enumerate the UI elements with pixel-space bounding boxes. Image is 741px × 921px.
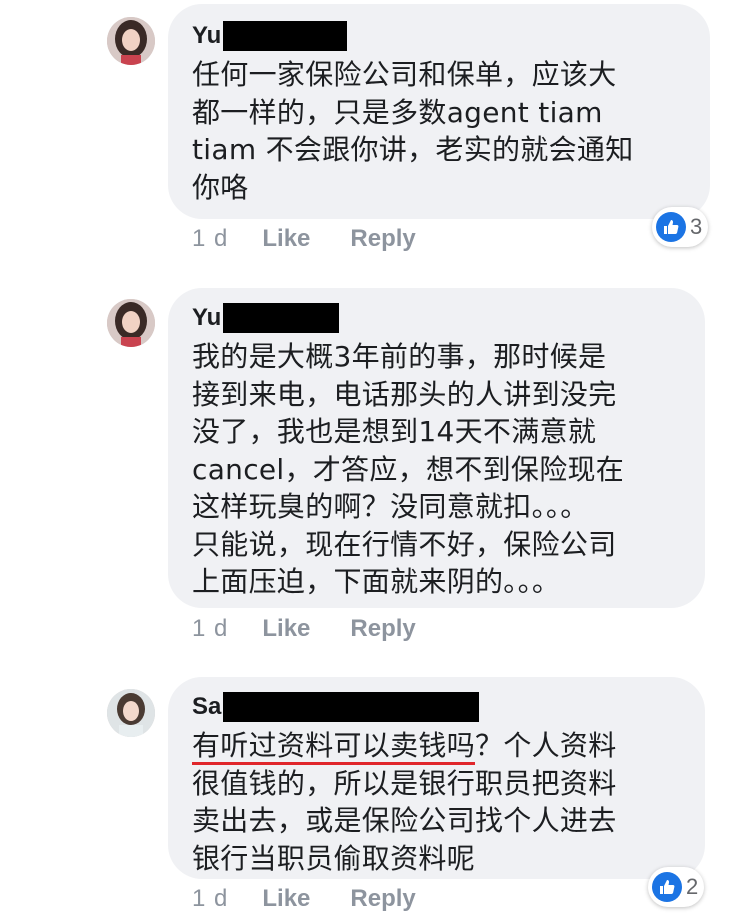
comment-line: 没了，我也是想到14天不满意就 — [192, 415, 597, 448]
reply-button[interactable]: Reply — [350, 225, 415, 253]
underlined-text: 有听过资料可以卖钱吗 — [192, 729, 476, 765]
author-row: Yu — [192, 302, 340, 334]
reply-button[interactable]: Reply — [350, 615, 415, 643]
comment-line: 任何一家保险公司和保单，应该大 — [192, 58, 617, 91]
line-rest: ？个人资料 — [475, 729, 617, 762]
comment-actions: 1 d Like Reply — [192, 223, 456, 255]
author-row: Sa — [192, 691, 480, 723]
redaction-bar — [223, 692, 480, 722]
like-thumb-icon — [656, 212, 686, 242]
author-row: Yu — [192, 20, 348, 52]
avatar[interactable] — [107, 17, 155, 65]
comment-line: 上面压迫，下面就来阴的。。。 — [192, 565, 561, 598]
comment-line: 我的是大概3年前的事，那时候是 — [192, 340, 607, 373]
reaction-badge[interactable]: 2 — [648, 867, 705, 907]
timestamp[interactable]: 1 d — [192, 615, 228, 643]
redaction-bar — [223, 21, 348, 51]
avatar-photo — [107, 689, 155, 737]
like-button[interactable]: Like — [262, 225, 310, 253]
like-button[interactable]: Like — [262, 615, 310, 643]
comment-line: cancel，才答应，想不到保险现在 — [192, 452, 625, 486]
comment-line: 卖出去，或是保险公司找个人进去 — [192, 804, 617, 837]
avatar[interactable] — [107, 299, 155, 347]
comment-actions: 1 d Like Reply — [192, 883, 456, 915]
comment-line: 银行当职员偷取资料呢 — [192, 841, 476, 875]
comment-line: 都一样的，只是多数agent tiam — [192, 95, 603, 129]
comment-actions: 1 d Like Reply — [192, 613, 456, 645]
avatar-photo — [107, 17, 155, 65]
author-name[interactable]: Yu — [192, 302, 221, 334]
reaction-count: 2 — [686, 874, 699, 899]
comment-text: 任何一家保险公司和保单，应该大 都一样的，只是多数agent tiam tiam… — [192, 56, 634, 206]
like-button[interactable]: Like — [262, 885, 310, 913]
avatar[interactable] — [107, 689, 155, 737]
redaction-bar — [223, 303, 340, 333]
comment-line: tiam 不会跟你讲，老实的就会通知 — [192, 133, 634, 166]
comment-bubble: Yu 我的是大概3年前的事，那时候是 接到来电，电话那头的人讲到没完 没了，我也… — [168, 288, 705, 608]
comment-bubble: Sa 有听过资料可以卖钱吗？个人资料 很值钱的，所以是银行职员把资料 卖出去，或… — [168, 677, 705, 879]
comment-text: 有听过资料可以卖钱吗？个人资料 很值钱的，所以是银行职员把资料 卖出去，或是保险… — [192, 727, 617, 877]
comment-line: 很值钱的，所以是银行职员把资料 — [192, 766, 617, 800]
author-name[interactable]: Yu — [192, 20, 221, 52]
comment-line: 接到来电，电话那头的人讲到没完 — [192, 377, 617, 411]
comment-line: 你咯 — [192, 170, 249, 204]
comment-line: 这样玩臭的啊？没同意就扣。。。 — [192, 490, 589, 523]
comment-line: 有听过资料可以卖钱吗？个人资料 — [192, 727, 617, 765]
reaction-badge[interactable]: 3 — [652, 207, 709, 247]
comment-bubble: Yu 任何一家保险公司和保单，应该大 都一样的，只是多数agent tiam t… — [168, 4, 710, 219]
author-name[interactable]: Sa — [192, 691, 221, 723]
comment-line: 只能说，现在行情不好，保险公司 — [192, 527, 617, 561]
timestamp[interactable]: 1 d — [192, 885, 228, 913]
like-thumb-icon — [652, 872, 682, 902]
reply-button[interactable]: Reply — [350, 885, 415, 913]
reaction-count: 3 — [690, 214, 703, 239]
timestamp[interactable]: 1 d — [192, 225, 228, 253]
avatar-photo — [107, 299, 155, 347]
comment-text: 我的是大概3年前的事，那时候是 接到来电，电话那头的人讲到没完 没了，我也是想到… — [192, 338, 624, 601]
